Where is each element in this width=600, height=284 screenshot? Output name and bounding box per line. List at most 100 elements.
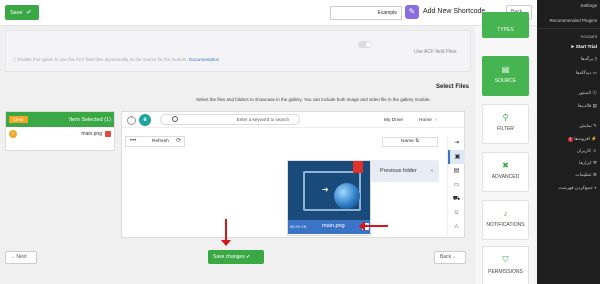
tab-source-label: SOURCE (494, 78, 517, 84)
breadcrumb-home[interactable]: Home (419, 118, 432, 123)
wp-menu-settings[interactable]: Settings (580, 3, 597, 8)
bell-icon: ♪ (503, 209, 508, 218)
previous-folder-button[interactable]: Previous folder ‹ (369, 160, 439, 182)
wp-menu-settings-fa[interactable]: تنظیمات ⚙ (575, 172, 597, 178)
wp-menu-users[interactable]: کاربران ☺ (577, 148, 597, 154)
save-button[interactable]: Save ✔ (5, 5, 39, 20)
source-icon: ▤ (501, 65, 510, 74)
wp-menu-pages[interactable]: برگه‌ها ▯ (581, 56, 597, 62)
shortcode-name-input[interactable]: Example (330, 6, 402, 20)
remove-icon[interactable]: × (9, 130, 17, 138)
file-toolbar: ••• Refresh ⟳ (125, 136, 185, 147)
tab-advanced-label: ADVANCED (491, 174, 520, 180)
folder-icon: ▤ (592, 103, 597, 108)
pages-icon: ▯ (594, 56, 597, 61)
account-avatar[interactable]: e (139, 114, 151, 126)
wp-menu-elementor-label: المنتور (578, 90, 592, 95)
wp-menu-tools-label: ابزارها (579, 160, 592, 165)
truck-icon[interactable]: ⛟ (448, 192, 465, 206)
wp-menu-recommended[interactable]: Recommended Plugins (550, 18, 598, 23)
tab-filter[interactable]: ⚲ FILTER (482, 104, 529, 144)
acf-panel: Use ACF field Files ⓘ Enable this option… (5, 30, 471, 72)
save-label: Save (10, 9, 23, 16)
select-files-title: Select Files (436, 84, 470, 90)
check-icon: ✔ (26, 10, 32, 16)
main-area: Save ✔ Example ✎ Add New Shortcode Back … (0, 0, 537, 284)
star-icon[interactable]: ☆ (448, 220, 465, 234)
wp-menu-templates[interactable]: قالب‌ها ▤ (578, 103, 597, 109)
plug-icon: ⚡ (591, 136, 597, 141)
arrow-right-icon: → (10, 254, 15, 260)
acf-description-text: Enable this option to use the ACF field … (17, 57, 188, 62)
search-icon[interactable] (172, 116, 178, 122)
sort-button[interactable]: Name ⇅ (382, 137, 438, 147)
file-card-bar: 88.99 KB main.png ✔ (288, 220, 370, 234)
selected-item-name: main.png (81, 131, 102, 137)
wp-menu-comments-label: دیدگاه‌ها (575, 70, 592, 75)
tab-notifications[interactable]: ♪ NOTIFICATIONS (482, 200, 529, 240)
image-file-icon (105, 131, 111, 137)
tab-types-label: TYPES (497, 27, 514, 33)
drive-icon[interactable]: ▣ (448, 150, 465, 164)
annotation-arrow-horizontal (359, 221, 388, 231)
next-button[interactable]: → Next (5, 251, 37, 264)
users-icon[interactable]: ☺ (448, 206, 465, 220)
elementor-icon: ⓔ (592, 90, 597, 95)
chevron-right-icon: › (435, 117, 437, 123)
wp-start-trial-label: Start Trial (575, 44, 597, 49)
tab-source[interactable]: ▤ SOURCE (482, 56, 529, 96)
more-icon[interactable]: ••• (130, 137, 136, 146)
wp-menu-comments[interactable]: دیدگاه‌ها ▭ (576, 70, 597, 76)
collapse-arrow-icon[interactable]: ⇥ (448, 136, 465, 150)
arrow-left-icon: ← (452, 254, 458, 260)
acf-toggle[interactable] (358, 41, 372, 48)
computer-icon[interactable]: ▭ (448, 178, 465, 192)
tab-permissions-label: PERMISSIONS (488, 269, 523, 275)
tab-advanced[interactable]: ✖ ADVANCED (482, 152, 529, 192)
wp-menu-tools[interactable]: ابزارها ⚒ (579, 160, 597, 166)
save-changes-button[interactable]: Save changes ✔ (208, 250, 264, 264)
chevron-up-icon[interactable]: ⌃ (127, 116, 136, 125)
folder-icon[interactable]: ▤ (448, 164, 465, 178)
wp-menu-account[interactable]: Account (580, 34, 597, 39)
tab-filter-label: FILTER (497, 126, 514, 132)
collapse-icon: ◐ (594, 185, 597, 190)
documentation-link[interactable]: Documentation (189, 57, 219, 62)
wp-menu-collapse[interactable]: جمع‌کردن فهرست ◐ (558, 185, 597, 191)
back-button-bottom[interactable]: Back ← (434, 251, 466, 264)
clear-button[interactable]: Clear (9, 116, 28, 123)
wp-menu-elementor[interactable]: المنتور ⓔ (578, 90, 597, 96)
file-size: 88.99 KB (290, 224, 307, 229)
wp-menu-plugins[interactable]: 1 افزونه‌ها ⚡ (567, 136, 597, 142)
tab-notifications-label: NOTIFICATIONS (486, 222, 525, 228)
brush-icon: ✎ (593, 123, 597, 128)
refresh-label[interactable]: Refresh (152, 137, 169, 146)
divider (537, 28, 600, 29)
file-side-nav: ⇥ ▣ ▤ ▭ ⛟ ☺ ☆ (447, 136, 465, 236)
thumbnail-arrow-icon: ➜ (322, 185, 329, 194)
comment-icon: ▭ (592, 70, 597, 75)
wp-menu-appearance[interactable]: نمایش ✎ (579, 123, 597, 129)
wp-menu-settings-fa-label: تنظیمات (575, 172, 592, 177)
wrench-icon: ⚒ (592, 160, 597, 165)
save-changes-label: Save changes (213, 254, 245, 260)
tab-permissions[interactable]: ⛉ PERMISSIONS (482, 246, 529, 284)
file-name: main.png (322, 223, 345, 229)
selected-item: × main.png (6, 127, 114, 141)
wp-menu-pages-label: برگه‌ها (580, 56, 594, 61)
wp-menu-appearance-label: نمایش (579, 123, 592, 128)
refresh-icon[interactable]: ⟳ (176, 137, 181, 146)
check-icon: ✔ (246, 254, 251, 260)
breadcrumb-my-drive[interactable]: My Drive (384, 118, 403, 123)
filter-icon: ⚲ (502, 113, 509, 122)
selected-count: Item Selected (1) (69, 116, 111, 123)
wp-menu-start-trial[interactable]: ➤ Start Trial (571, 44, 597, 50)
wp-menu-templates-label: قالب‌ها (578, 103, 592, 108)
sort-label: Name (401, 139, 414, 144)
file-search-input[interactable]: Enter a keyword to search (160, 114, 300, 125)
selected-items-panel: Clear Item Selected (1) × main.png (5, 111, 115, 151)
acf-toggle-label: Use ACF field Files (414, 49, 457, 55)
wp-menu-collapse-label: جمع‌کردن فهرست (558, 185, 593, 190)
globe-icon (334, 183, 360, 209)
tab-types[interactable]: TYPES (482, 12, 529, 38)
